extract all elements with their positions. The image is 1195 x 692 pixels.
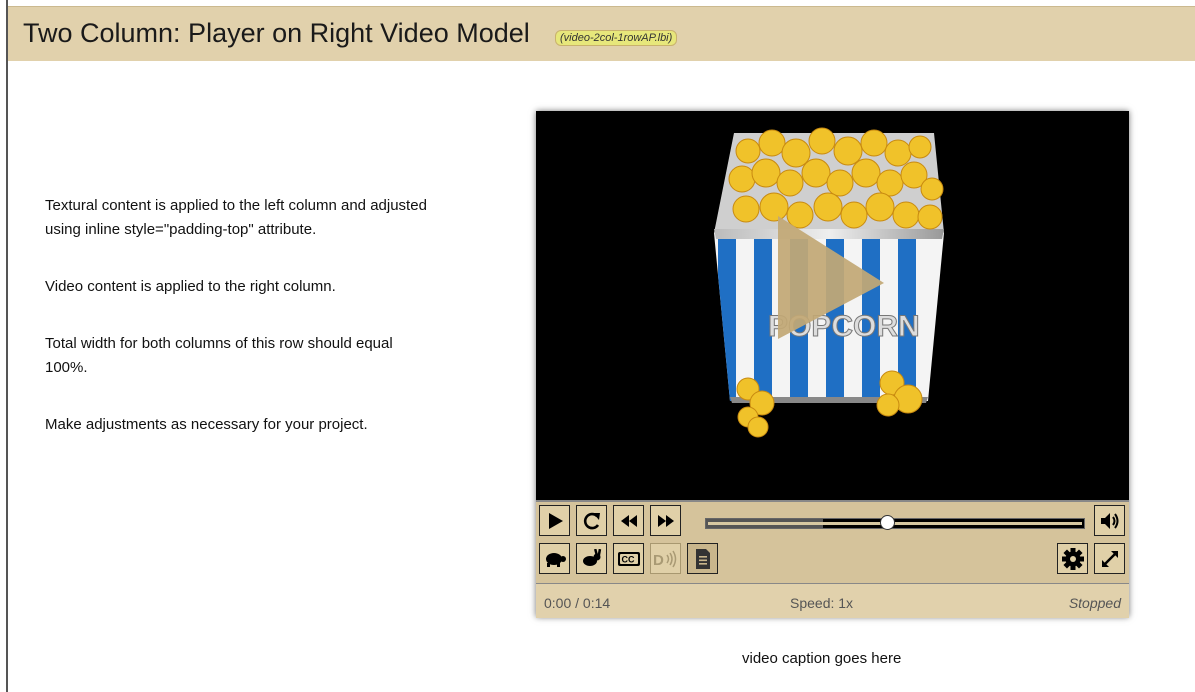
volume-button[interactable] — [1094, 505, 1125, 536]
left-text-column: Textural content is applied to the left … — [45, 194, 435, 470]
playback-speed: Speed: 1x — [790, 595, 854, 611]
svg-text:D: D — [653, 552, 664, 568]
paragraph: Make adjustments as necessary for your p… — [45, 416, 368, 433]
transcript-button[interactable] — [687, 543, 718, 574]
fast-forward-icon — [657, 514, 674, 527]
captions-button[interactable]: CC — [613, 543, 644, 574]
video-screen[interactable]: POPCORN — [536, 111, 1129, 500]
elapsed-time: 0:00 / 0:14 — [544, 595, 611, 611]
page-title: Two Column: Player on Right Video Model — [23, 18, 530, 48]
slower-turtle-icon — [545, 552, 566, 567]
restart-icon — [583, 512, 600, 529]
player-status-bar: 0:00 / 0:14 Speed: 1x Stopped — [536, 583, 1129, 618]
svg-text:CC: CC — [621, 554, 634, 564]
faster-rabbit-icon — [582, 548, 601, 566]
slower-button[interactable] — [539, 543, 570, 574]
player-state: Stopped — [1068, 595, 1121, 611]
faster-button[interactable] — [576, 543, 607, 574]
audio-description-button[interactable]: D — [650, 543, 681, 574]
big-play-icon[interactable] — [536, 111, 1129, 500]
volume-icon — [1100, 512, 1118, 529]
paragraph: Video content is applied to the right co… — [45, 278, 336, 295]
paragraph: Total width for both columns of this row… — [45, 335, 393, 376]
rewind-icon — [620, 514, 637, 527]
video-caption: video caption goes here — [742, 650, 902, 667]
captions-cc-icon: CC — [617, 551, 640, 566]
rewind-button[interactable] — [613, 505, 644, 536]
fullscreen-button[interactable] — [1094, 543, 1125, 574]
seek-bar[interactable] — [705, 515, 1085, 530]
settings-button[interactable] — [1057, 543, 1088, 574]
settings-gear-icon — [1061, 547, 1084, 570]
restart-button[interactable] — [576, 505, 607, 536]
fast-forward-button[interactable] — [650, 505, 681, 536]
play-button[interactable] — [539, 505, 570, 536]
paragraph: Textural content is applied to the left … — [45, 197, 427, 238]
video-player: POPCORN CC D 0:00 / 0:14 Speed: 1x Stopp… — [536, 111, 1129, 618]
page-left-border — [6, 0, 8, 692]
template-filename-badge: (video-2col-1rowAP.lbi) — [555, 30, 678, 46]
fullscreen-icon — [1101, 550, 1118, 567]
page-header: Two Column: Player on Right Video Model … — [8, 6, 1195, 61]
audio-description-icon: D — [653, 550, 676, 568]
play-icon — [548, 512, 563, 529]
transcript-icon — [695, 548, 710, 569]
seek-handle[interactable] — [880, 515, 896, 530]
player-controls: CC D — [536, 500, 1129, 583]
